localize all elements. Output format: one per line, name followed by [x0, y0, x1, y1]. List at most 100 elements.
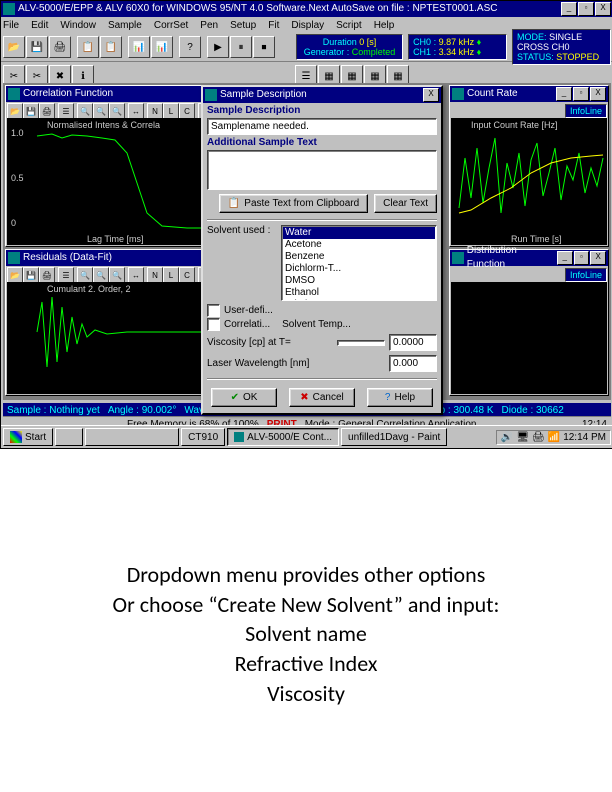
child-toolbar-button[interactable]: ↔	[128, 267, 144, 283]
additional-text-input[interactable]	[207, 150, 437, 190]
x-icon: ✖	[300, 392, 308, 403]
menu-sample[interactable]: Sample	[108, 20, 142, 31]
task-icon	[234, 432, 244, 442]
child4-max[interactable]: ▫	[574, 251, 590, 265]
correlation-checkbox[interactable]	[207, 318, 220, 331]
solvent-option: Acetone	[283, 239, 435, 251]
menu-corrset[interactable]: CorrSet	[154, 20, 188, 31]
menu-display[interactable]: Display	[291, 20, 324, 31]
dialog-icon	[205, 89, 217, 101]
child-toolbar-button[interactable]: L	[163, 103, 179, 119]
child-toolbar-button[interactable]: 🖨	[39, 267, 55, 283]
child2-min[interactable]: _	[556, 87, 572, 101]
child4-close[interactable]: X	[590, 251, 606, 265]
task-item-2[interactable]: CT910	[181, 428, 225, 446]
maximize-button[interactable]: ▫	[578, 2, 594, 16]
toolbar-button[interactable]: ⏹	[253, 36, 275, 58]
child3-title: Residuals (Data-Fit)	[23, 251, 112, 265]
clear-text-button[interactable]: Clear Text	[374, 194, 437, 213]
app-title: ALV-5000/E/EPP & ALV 60X0 for WINDOWS 95…	[18, 2, 498, 16]
infoline: InfoLine	[565, 104, 607, 118]
child-toolbar-button[interactable]: L	[163, 267, 179, 283]
child-toolbar-button[interactable]: 🔍	[93, 267, 109, 283]
task-item-3[interactable]: ALV-5000/E Cont...	[227, 428, 339, 446]
laser-label: Laser Wavelength [nm]	[207, 358, 385, 369]
mode-status: MODE: SINGLE CROSS CH0 STATUS: STOPPED	[512, 29, 611, 65]
menu-fit[interactable]: Fit	[268, 20, 279, 31]
task-item-1[interactable]	[85, 428, 179, 446]
toolbar-button[interactable]: 📊	[151, 36, 173, 58]
solvent-listbox[interactable]: Water Acetone Benzene Dichlorm-T... DMSO…	[281, 225, 437, 301]
paste-button[interactable]: 📋Paste Text from Clipboard	[219, 194, 368, 213]
menu-file[interactable]: File	[3, 20, 19, 31]
child-toolbar-button[interactable]: 🖨	[39, 103, 55, 119]
child-toolbar-button[interactable]: ↔	[128, 103, 144, 119]
dialog-close-button[interactable]: X	[423, 88, 439, 102]
tray-icon[interactable]: 🖥	[516, 432, 529, 443]
countrate-trace	[451, 118, 609, 245]
userdef-checkbox[interactable]	[207, 304, 220, 317]
toolbar-button[interactable]: ▶	[207, 36, 229, 58]
child-toolbar-button[interactable]: ☰	[58, 267, 74, 283]
menu-help[interactable]: Help	[374, 20, 395, 31]
ok-button[interactable]: ✔OK	[211, 388, 277, 407]
menu-pen[interactable]: Pen	[200, 20, 218, 31]
toolbar-button[interactable]: ?	[179, 36, 201, 58]
menu-window[interactable]: Window	[60, 20, 96, 31]
child-toolbar-button[interactable]: 🔍	[109, 267, 125, 283]
help-button[interactable]: ?Help	[367, 388, 433, 407]
help-icon: ?	[385, 392, 391, 403]
close-button[interactable]: X	[595, 2, 611, 16]
child2-title: Count Rate	[467, 87, 518, 101]
clipboard-icon: 📋	[228, 198, 240, 209]
menu-edit[interactable]: Edit	[31, 20, 48, 31]
child4-title: Distribution Function	[467, 244, 556, 272]
toolbar-button[interactable]: ⏸	[230, 36, 252, 58]
minimize-button[interactable]: _	[561, 2, 577, 16]
visc-value-input[interactable]: 0.0000	[389, 334, 437, 351]
child-toolbar-button[interactable]: 💾	[23, 103, 39, 119]
cancel-button[interactable]: ✖Cancel	[289, 388, 355, 407]
child-toolbar-button[interactable]: 🔍	[109, 103, 125, 119]
sample-name-input[interactable]: Samplename needed.	[207, 118, 437, 135]
tray-icon[interactable]: 🖨	[532, 432, 545, 443]
child-toolbar-button[interactable]: 🔍	[77, 267, 93, 283]
child4-min[interactable]: _	[557, 251, 573, 265]
start-button[interactable]: Start	[3, 428, 53, 446]
laser-input[interactable]: 0.000	[389, 355, 437, 372]
tray-icon[interactable]: 📶	[548, 432, 560, 443]
child-toolbar-button[interactable]: C	[179, 267, 195, 283]
child-countrate: Count Rate_▫X InfoLine Input Count Rate …	[449, 85, 609, 247]
child-toolbar-button[interactable]: 💾	[23, 267, 39, 283]
toolbar-button[interactable]: 🖨	[49, 36, 71, 58]
child-toolbar-button[interactable]: 📂	[7, 267, 23, 283]
channel-status: CH0 : 9.87 kHz ♦ CH1 : 3.34 kHz ♦	[408, 34, 507, 60]
tray-clock[interactable]: 12:14 PM	[563, 432, 606, 443]
section-addl-text: Additional Sample Text	[203, 135, 441, 150]
child-toolbar-button[interactable]: ☰	[58, 103, 74, 119]
child1-title: Correlation Function	[23, 87, 113, 101]
task-item-4[interactable]: unfilled1Davg - Paint	[341, 428, 447, 446]
menu-script[interactable]: Script	[336, 20, 362, 31]
correlation-label: Correlati...	[224, 319, 270, 330]
toolbar-button[interactable]: 📋	[77, 36, 99, 58]
child-toolbar-button[interactable]: N	[147, 267, 163, 283]
quicklaunch[interactable]	[55, 428, 83, 446]
child2-max[interactable]: ▫	[573, 87, 589, 101]
infoline: InfoLine	[565, 268, 607, 282]
child-toolbar-button[interactable]: 📂	[7, 103, 23, 119]
menu-setup[interactable]: Setup	[230, 20, 256, 31]
check-icon: ✔	[231, 392, 239, 403]
toolbar-button[interactable]: 📊	[128, 36, 150, 58]
child-toolbar-button[interactable]: 🔍	[93, 103, 109, 119]
tray-icon[interactable]: 🔊	[501, 432, 513, 443]
child-toolbar-button[interactable]: 🔍	[77, 103, 93, 119]
toolbar-button[interactable]: 📋	[100, 36, 122, 58]
child2-close[interactable]: X	[590, 87, 606, 101]
toolbar-button[interactable]: 📂	[3, 36, 25, 58]
child-toolbar-button[interactable]: C	[179, 103, 195, 119]
toolbar-button[interactable]: 💾	[26, 36, 48, 58]
visc-temp-input[interactable]	[337, 340, 385, 346]
solvent-option: Ethanol	[283, 287, 435, 299]
child-toolbar-button[interactable]: N	[147, 103, 163, 119]
